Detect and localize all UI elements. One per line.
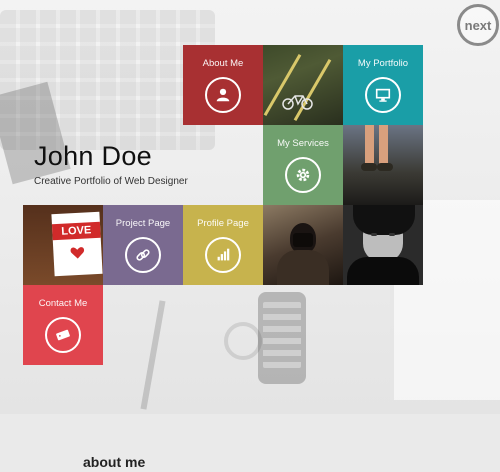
tile-label: My Portfolio [357, 58, 409, 69]
background-logo [224, 322, 262, 360]
love-card: LOVE [51, 211, 103, 277]
background-pen [140, 300, 166, 410]
identity-block: John Doe Creative Portfolio of Web Desig… [34, 140, 188, 187]
bar-chart-icon [205, 237, 241, 273]
love-card-banner: LOVE [51, 221, 101, 241]
tile-label: Project Page [115, 218, 171, 229]
next-button[interactable]: next [457, 4, 499, 46]
site-owner-name: John Doe [34, 141, 152, 171]
tile-about-me[interactable]: About Me [183, 45, 263, 125]
monitor-icon [365, 77, 401, 113]
tile-project-page[interactable]: Project Page [103, 205, 183, 285]
tile-label: About Me [202, 58, 244, 69]
background-phone [258, 292, 306, 384]
next-label: next [464, 17, 492, 33]
photo-feet[interactable] [343, 125, 423, 205]
photo-love-card[interactable]: LOVE [23, 205, 103, 285]
heart-icon [70, 247, 85, 259]
user-icon [205, 77, 241, 113]
about-heading: about me [83, 454, 146, 470]
ticket-icon [45, 317, 81, 353]
tile-profile-page[interactable]: Profile Page [183, 205, 263, 285]
photo-photographer[interactable] [263, 205, 343, 285]
about-section: about me [0, 414, 500, 472]
gear-icon [285, 157, 321, 193]
site-tagline: Creative Portfolio of Web Designer [34, 176, 188, 187]
hero-section: next John Doe Creative Portfolio of Web … [0, 0, 500, 414]
bicycle-icon [282, 95, 313, 110]
tile-my-services[interactable]: My Services [263, 125, 343, 205]
tile-contact-me[interactable]: Contact Me [23, 285, 103, 365]
photo-portrait[interactable] [343, 205, 423, 285]
photo-bike-lane[interactable] [263, 45, 343, 125]
tile-label: Contact Me [38, 298, 88, 309]
tile-my-portfolio[interactable]: My Portfolio [343, 45, 423, 125]
tile-label: My Services [277, 138, 329, 149]
tile-label: Profile Page [197, 218, 249, 229]
link-icon [125, 237, 161, 273]
